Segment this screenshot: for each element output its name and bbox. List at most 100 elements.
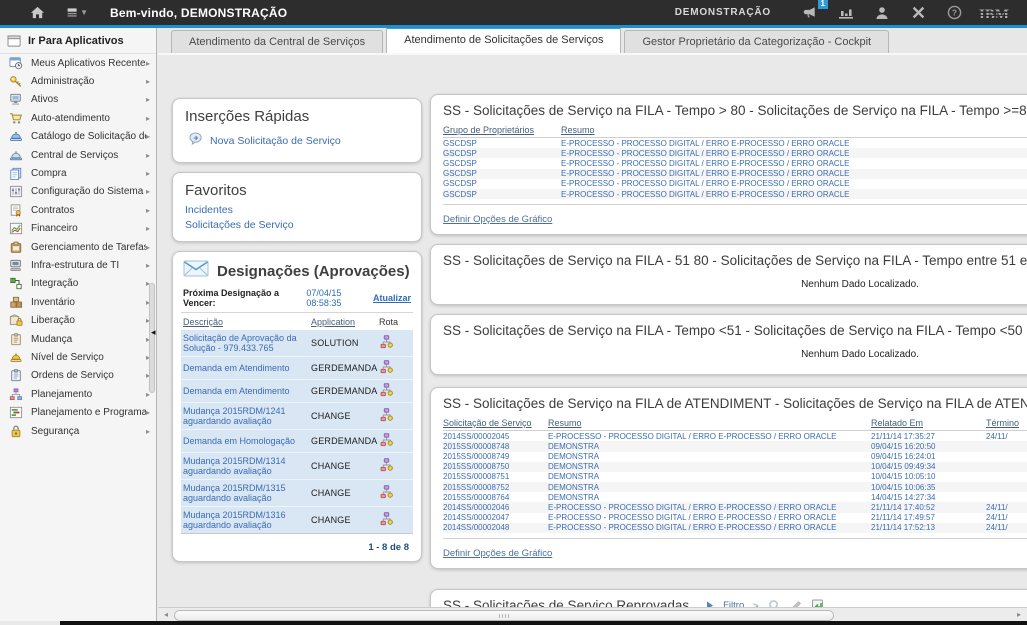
sidebar-item-financeiro[interactable]: Financeiro▸ — [0, 220, 156, 238]
windows-menu-icon[interactable]: ▼ — [66, 3, 88, 23]
chart-options-link[interactable]: Definir Opções de Gráfico — [443, 214, 552, 225]
cell-solicitacao-de-servico[interactable]: 2015SS/00008748 — [443, 441, 548, 451]
route-icon[interactable] — [377, 507, 413, 534]
search-icon[interactable] — [768, 599, 781, 607]
assignment-description[interactable]: Mudança 2015RDM/1316 aguardando avaliaçã… — [181, 507, 309, 534]
sidebar-item-ordens-de-servico[interactable]: Ordens de Serviço▸ — [0, 367, 156, 385]
column-header-resumo[interactable]: Resumo — [561, 123, 1027, 138]
assignments-column-application[interactable]: Application — [309, 313, 377, 330]
cell-solicitacao-de-servico[interactable]: 2015SS/00008749 — [443, 452, 548, 462]
tab-atendimento-da-central-de-servicos[interactable]: Atendimento da Central de Serviços — [171, 30, 383, 53]
cell-solicitacao-de-servico[interactable]: 2015SS/00008751 — [443, 472, 548, 482]
sidebar-item-meus-aplicativos-recentes[interactable]: Meus Aplicativos Recentes▸ — [0, 54, 156, 72]
run-report-icon[interactable] — [811, 599, 824, 607]
scroll-left-arrow[interactable]: ◂ — [160, 609, 172, 621]
tab-atendimento-de-solicitacoes-de-servicos[interactable]: Atendimento de Solicitações de Serviços — [386, 28, 621, 53]
sidebar-item-gerenciamento-de-tarefas[interactable]: Gerenciamento de Tarefas▸ — [0, 238, 156, 256]
sidebar-item-ativos[interactable]: Ativos▸ — [0, 91, 156, 109]
cell-termino — [986, 452, 1027, 462]
cell-solicitacao-de-servico[interactable]: 2014SS/00002048 — [443, 523, 548, 533]
sidebar-item-contratos[interactable]: Contratos▸ — [0, 201, 156, 219]
edit-pencil-icon[interactable] — [790, 600, 802, 608]
sidebar-item-nivel-de-servico[interactable]: Nível de Serviço▸ — [0, 348, 156, 366]
column-header-relatado-em[interactable]: Relatado Em — [871, 416, 986, 431]
cell-grupo-de-proprietarios[interactable]: GSCDSP — [443, 138, 561, 149]
table-row: 2014SS/00002046E-PROCESSO - PROCESSO DIG… — [443, 502, 1027, 512]
favorite-link-incidentes[interactable]: Incidentes — [185, 204, 409, 216]
sidebar-collapse-handle[interactable]: ◂ — [151, 325, 158, 339]
welcome-text: Bem-vindo, DEMONSTRAÇÃO — [110, 6, 287, 20]
cell-resumo: DEMONSTRA — [548, 482, 871, 492]
assignment-description[interactable]: Demanda em Atendimento — [181, 380, 309, 403]
sidebar-item-planejamento-e-programacao[interactable]: Planejamento e Programação▸ — [0, 403, 156, 421]
sidebar-item-liberacao[interactable]: Liberação▸ — [0, 311, 156, 329]
column-header-termino[interactable]: Término — [986, 416, 1027, 431]
cell-termino: 24/11/ — [986, 523, 1027, 533]
sidebar-item-integracao[interactable]: Integração▸ — [0, 275, 156, 293]
column-header-resumo[interactable]: Resumo — [548, 416, 871, 431]
scrollbar-thumb[interactable] — [174, 610, 834, 621]
sidebar-item-inventario[interactable]: Inventário▸ — [0, 293, 156, 311]
assignment-description[interactable]: Mudança 2015RDM/1241 aguardando avaliaçã… — [181, 403, 309, 430]
sidebar-item-mudanca[interactable]: Mudança▸ — [0, 330, 156, 348]
cell-grupo-de-proprietarios[interactable]: GSCDSP — [443, 179, 561, 189]
cell-solicitacao-de-servico[interactable]: 2015SS/00008764 — [443, 492, 548, 502]
sidebar-item-administracao[interactable]: Administração▸ — [0, 72, 156, 90]
submenu-arrow-icon: ▸ — [146, 59, 150, 68]
route-icon[interactable] — [377, 330, 413, 357]
sidebar-item-infra-estrutura-de-ti[interactable]: Infra-estrutura de TI▸ — [0, 256, 156, 274]
scroll-right-arrow[interactable]: ▸ — [1013, 609, 1025, 621]
sidebar-header[interactable]: Ir Para Aplicativos — [0, 28, 156, 54]
route-icon[interactable] — [377, 380, 413, 403]
new-service-request-link[interactable]: Nova Solicitação de Serviço — [210, 135, 341, 147]
assignments-column-descricao[interactable]: Descrição — [181, 313, 309, 330]
route-icon[interactable] — [377, 403, 413, 430]
person-icon[interactable] — [871, 3, 893, 23]
sidebar-item-auto-atendimento[interactable]: Auto-atendimento▸ — [0, 109, 156, 127]
assignment-description[interactable]: Mudança 2015RDM/1314 aguardando avaliaçã… — [181, 453, 309, 480]
megaphone-icon[interactable]: 1 — [799, 3, 821, 23]
cell-grupo-de-proprietarios[interactable]: GSCDSP — [443, 189, 561, 199]
column-header-solicitacao-de-servico[interactable]: Solicitação de Serviço — [443, 416, 548, 431]
cell-solicitacao-de-servico[interactable]: 2015SS/00008750 — [443, 462, 548, 472]
home-icon[interactable] — [26, 3, 48, 23]
route-icon[interactable] — [377, 480, 413, 507]
sidebar-item-catalogo-de-solicitacao-de-servico[interactable]: Catálogo de Solicitação de Serviço▸ — [0, 128, 156, 146]
favorite-link-solicitacoes-de-servico[interactable]: Solicitações de Serviço — [185, 219, 409, 231]
close-icon[interactable] — [907, 3, 929, 23]
cell-grupo-de-proprietarios[interactable]: GSCDSP — [443, 148, 561, 158]
sidebar-item-configuracao-do-sistema[interactable]: Configuração do Sistema▸ — [0, 183, 156, 201]
bar-chart-icon[interactable] — [835, 3, 857, 23]
help-icon[interactable]: ? — [943, 3, 965, 23]
sidebar-item-central-de-servicos[interactable]: Central de Serviços▸ — [0, 146, 156, 164]
refresh-link[interactable]: Atualizar — [373, 293, 411, 303]
route-icon[interactable] — [377, 453, 413, 480]
ibm-logo[interactable]: IBM — [979, 6, 1013, 20]
tab-gestor-proprietario-da-categorizacao-cockpit[interactable]: Gestor Proprietário da Categorização - C… — [624, 30, 889, 53]
sidebar-item-compra[interactable]: Compra▸ — [0, 164, 156, 182]
assignment-description[interactable]: Mudança 2015RDM/1315 aguardando avaliaçã… — [181, 480, 309, 507]
assignment-description[interactable]: Demanda em Atendimento — [181, 357, 309, 380]
cell-solicitacao-de-servico[interactable]: 2015SS/00008752 — [443, 482, 548, 492]
cell-termino: 24/11/ — [986, 502, 1027, 512]
favorites-panel: Favoritos IncidentesSolicitações de Serv… — [172, 172, 422, 242]
cell-solicitacao-de-servico[interactable]: 2014SS/00002046 — [443, 502, 548, 512]
route-icon[interactable] — [377, 357, 413, 380]
assignment-description[interactable]: Demanda em Homologação — [181, 430, 309, 453]
cell-grupo-de-proprietarios[interactable]: GSCDSP — [443, 158, 561, 168]
table-row: GSCDSPE-PROCESSO - PROCESSO DIGITAL / ER… — [443, 148, 1027, 158]
route-icon[interactable] — [377, 430, 413, 453]
cell-resumo: E-PROCESSO - PROCESSO DIGITAL / ERRO E-P… — [561, 158, 1027, 168]
filter-link[interactable]: Filtro — [723, 600, 744, 607]
cell-grupo-de-proprietarios[interactable]: GSCDSP — [443, 169, 561, 179]
assignments-panel: Designações (Aprovações) Próxima Designa… — [172, 251, 422, 562]
cell-solicitacao-de-servico[interactable]: 2014SS/00002045 — [443, 431, 548, 442]
column-header-grupo-de-proprietarios[interactable]: Grupo de Proprietários — [443, 123, 561, 138]
cell-solicitacao-de-servico[interactable]: 2014SS/00002047 — [443, 513, 548, 523]
sidebar-item-seguranca[interactable]: Segurança▸ — [0, 422, 156, 440]
it-infra-icon — [8, 258, 24, 272]
chart-options-link[interactable]: Definir Opções de Gráfico — [443, 548, 552, 559]
purchase-icon — [8, 167, 24, 181]
sidebar-item-planejamento[interactable]: Planejamento▸ — [0, 385, 156, 403]
assignment-description[interactable]: Solicitação de Aprovação da Solução - 97… — [181, 330, 309, 357]
